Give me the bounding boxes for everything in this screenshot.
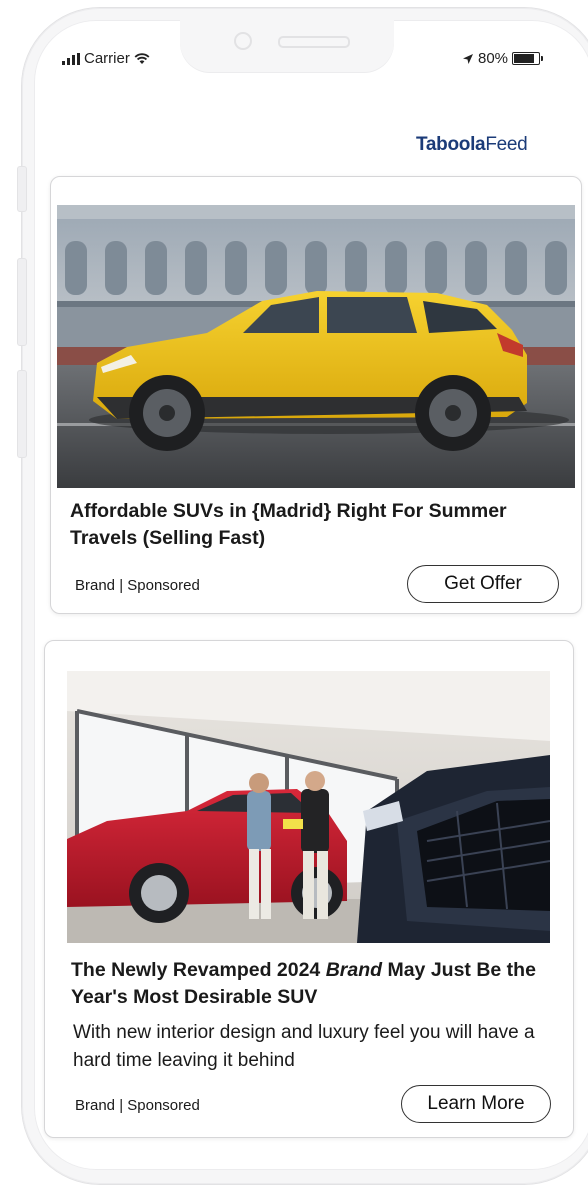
title-part-1: The Newly Revamped 2024 bbox=[71, 959, 326, 981]
card-title[interactable]: The Newly Revamped 2024 Brand May Just B… bbox=[71, 957, 551, 1011]
signal-bars-icon bbox=[62, 52, 80, 65]
get-offer-button[interactable]: Get Offer bbox=[407, 565, 559, 603]
card-image-showroom[interactable] bbox=[67, 671, 550, 943]
front-camera bbox=[234, 32, 252, 50]
brand-sponsored-label: Brand | Sponsored bbox=[75, 1097, 200, 1114]
location-arrow-icon bbox=[463, 53, 473, 64]
earpiece-speaker bbox=[278, 36, 350, 48]
card-title[interactable]: Affordable SUVs in {Madrid} Right For Su… bbox=[70, 498, 560, 552]
learn-more-button[interactable]: Learn More bbox=[401, 1085, 551, 1123]
battery-icon bbox=[512, 52, 544, 65]
title-brand-italic: Brand bbox=[325, 959, 383, 981]
volume-down-button bbox=[17, 370, 27, 458]
battery-percent: 80% bbox=[478, 50, 509, 67]
logo-suffix: Feed bbox=[485, 134, 528, 155]
carrier-label: Carrier bbox=[84, 50, 130, 67]
status-bar-right: 80% bbox=[462, 50, 544, 67]
brand-sponsored-label: Brand | Sponsored bbox=[75, 577, 200, 594]
card-image-yellow-suv[interactable] bbox=[57, 205, 575, 488]
status-bar-left: Carrier bbox=[62, 50, 150, 67]
taboola-feed-logo: TaboolaFeed bbox=[416, 134, 528, 156]
feed-card-suv-offer[interactable]: Affordable SUVs in {Madrid} Right For Su… bbox=[50, 176, 582, 614]
wifi-icon bbox=[134, 52, 150, 64]
card-description: With new interior design and luxury feel… bbox=[73, 1022, 535, 1071]
feed-card-suv-article[interactable]: The Newly Revamped 2024 Brand May Just B… bbox=[44, 640, 574, 1138]
volume-up-button bbox=[17, 258, 27, 346]
logo-brand: Taboola bbox=[416, 134, 486, 155]
mute-switch bbox=[17, 166, 27, 212]
